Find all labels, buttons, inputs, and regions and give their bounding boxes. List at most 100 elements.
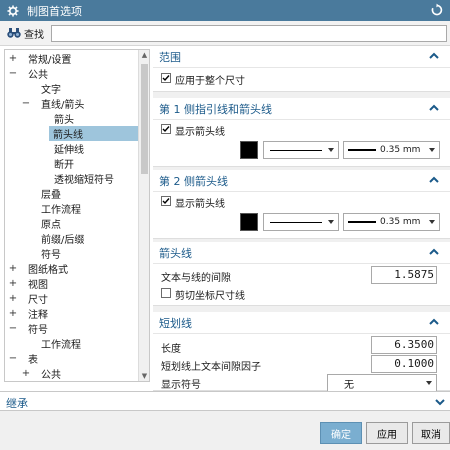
tree-item[interactable]: 前缀/后缀 <box>5 231 139 246</box>
tree-item[interactable]: 断开 <box>5 156 139 171</box>
section-side1: 第 1 侧指引线和箭头线 显示箭头线 0.35 mm <box>153 98 450 167</box>
category-tree[interactable]: + 常规/设置 − 公共 文字 − 直线/箭头 箭头 箭头线 延伸线 断开 透视缩短符号 层叠 工作流程原… <box>4 49 150 382</box>
show-arrowline-checkbox[interactable] <box>161 196 171 206</box>
window-title: 制图首选项 <box>27 4 82 18</box>
tree-item[interactable]: − 符号 <box>5 321 139 336</box>
search-row: 查找 <box>0 21 450 46</box>
dropdown-arrow-icon <box>429 220 435 224</box>
title-bar: 制图首选项 <box>0 0 450 21</box>
search-input[interactable] <box>51 25 447 42</box>
section-header-scope[interactable]: 范围 <box>153 46 450 68</box>
tree-item-label: 符号 <box>28 325 48 336</box>
reset-icon[interactable] <box>430 3 444 17</box>
section-header-stub[interactable]: 短划线 <box>153 312 450 334</box>
tree-item[interactable]: + 注释 <box>5 306 139 321</box>
section-title-side1: 第 1 侧指引线和箭头线 <box>159 102 272 116</box>
tree-item-label: 透视缩短符号 <box>54 175 114 186</box>
tree-item[interactable]: 符号 <box>5 246 139 261</box>
tree-item[interactable]: − 直线/箭头 <box>5 96 139 111</box>
line-style-dropdown[interactable] <box>263 213 339 231</box>
section-stub: 短划线 长度 6.3500 短划线上文本间隙因子 0.1000 显示符号 无 <box>153 312 450 391</box>
scroll-up-icon[interactable]: ▲ <box>139 50 149 60</box>
apply-all-checkbox[interactable] <box>161 73 171 83</box>
collapse-icon[interactable] <box>428 174 440 186</box>
search-label: 查找 <box>24 29 44 41</box>
collapse-icon[interactable] <box>428 246 440 258</box>
tree-item[interactable]: 延伸线 <box>5 141 139 156</box>
tree-item[interactable]: + 视图 <box>5 276 139 291</box>
expand-icon[interactable]: + <box>8 53 18 64</box>
binoculars-icon <box>6 26 22 40</box>
tree-item[interactable]: − 表 <box>5 351 139 366</box>
inherit-section[interactable]: 继承 <box>0 391 450 411</box>
tree-item-label: 注释 <box>28 310 48 321</box>
scrollbar-thumb[interactable] <box>141 64 148 174</box>
dropdown-arrow-icon <box>328 148 334 152</box>
tree-item-label: 文字 <box>41 85 61 96</box>
collapse-icon[interactable] <box>428 102 440 114</box>
tree-scrollbar[interactable]: ▲ ▼ <box>138 50 149 381</box>
collapse-icon[interactable] <box>428 50 440 62</box>
apply-button[interactable]: 应用 <box>366 422 408 444</box>
expand-icon[interactable]: + <box>21 368 31 379</box>
section-title-side2: 第 2 侧箭头线 <box>159 174 228 188</box>
tree-item[interactable]: − 公共 <box>5 66 139 81</box>
tree-item[interactable]: 箭头线 <box>49 126 139 141</box>
show-arrowline-checkbox[interactable] <box>161 124 171 134</box>
line-width-dropdown[interactable]: 0.35 mm <box>343 213 440 231</box>
section-scope: 范围 应用于整个尺寸 <box>153 46 450 92</box>
expand-icon[interactable]: + <box>8 308 18 319</box>
tree-item[interactable]: 工作流程 <box>5 201 139 216</box>
tree-item[interactable]: + 图纸格式 <box>5 261 139 276</box>
tree-item-label: 层叠 <box>41 190 61 201</box>
section-arrowline: 箭头线 文本与线的间隙 1.5875 剪切坐标尺寸线 <box>153 242 450 306</box>
collapse-icon[interactable]: − <box>8 323 18 334</box>
tree-item-label: 视图 <box>28 280 48 291</box>
color-swatch[interactable] <box>240 141 258 159</box>
ok-button[interactable]: 确定 <box>320 422 362 444</box>
expand-icon[interactable]: + <box>8 263 18 274</box>
line-width-value: 0.35 mm <box>380 145 421 155</box>
section-header-side2[interactable]: 第 2 侧箭头线 <box>153 170 450 192</box>
cancel-button[interactable]: 取消 <box>412 422 450 444</box>
tree-item-label: 原点 <box>41 220 61 231</box>
tree-item[interactable]: 箭头 <box>5 111 139 126</box>
color-swatch[interactable] <box>240 213 258 231</box>
text-gap-factor-input[interactable]: 0.1000 <box>371 355 437 373</box>
collapse-icon[interactable]: − <box>8 353 18 364</box>
expand-icon[interactable]: + <box>8 278 18 289</box>
tree-item-label: 延伸线 <box>54 145 84 156</box>
tree-item-label: 直线/箭头 <box>41 100 85 111</box>
tree-item[interactable]: 透视缩短符号 <box>5 171 139 186</box>
section-header-side1[interactable]: 第 1 侧指引线和箭头线 <box>153 98 450 120</box>
tree-item[interactable]: 文字 <box>5 81 139 96</box>
section-title-arrowline: 箭头线 <box>159 246 192 260</box>
line-style-dropdown[interactable] <box>263 141 339 159</box>
tree-item[interactable]: 工作流程 <box>5 336 139 351</box>
line-width-dropdown[interactable]: 0.35 mm <box>343 141 440 159</box>
dropdown-arrow-icon <box>429 148 435 152</box>
clip-dimension-checkbox[interactable] <box>161 288 171 298</box>
tree-item[interactable]: + 公共 <box>5 366 139 381</box>
tree-item-label: 公共 <box>28 70 48 81</box>
text-gap-input[interactable]: 1.5875 <box>371 266 437 284</box>
collapse-icon[interactable] <box>428 316 440 328</box>
collapse-icon[interactable]: − <box>8 68 18 79</box>
stub-length-input[interactable]: 6.3500 <box>371 336 437 354</box>
tree-item[interactable]: + 常规/设置 <box>5 51 139 66</box>
tree-item-label: 断开 <box>54 160 74 171</box>
dropdown-arrow-icon <box>426 381 432 385</box>
tree-item[interactable]: 原点 <box>5 216 139 231</box>
tree-item-label: 箭头 <box>54 115 74 126</box>
tree-item-label: 尺寸 <box>28 295 48 306</box>
tree-item[interactable]: + 尺寸 <box>5 291 139 306</box>
section-header-arrowline[interactable]: 箭头线 <box>153 242 450 264</box>
tree-item-label: 表 <box>28 355 38 366</box>
expand-icon[interactable] <box>434 396 446 408</box>
tree-item[interactable]: 层叠 <box>5 186 139 201</box>
tree-item-label: 公共 <box>41 370 61 381</box>
scroll-down-icon[interactable]: ▼ <box>139 371 149 381</box>
display-symbol-dropdown[interactable]: 无 <box>327 374 437 391</box>
collapse-icon[interactable]: − <box>21 98 31 109</box>
expand-icon[interactable]: + <box>8 293 18 304</box>
